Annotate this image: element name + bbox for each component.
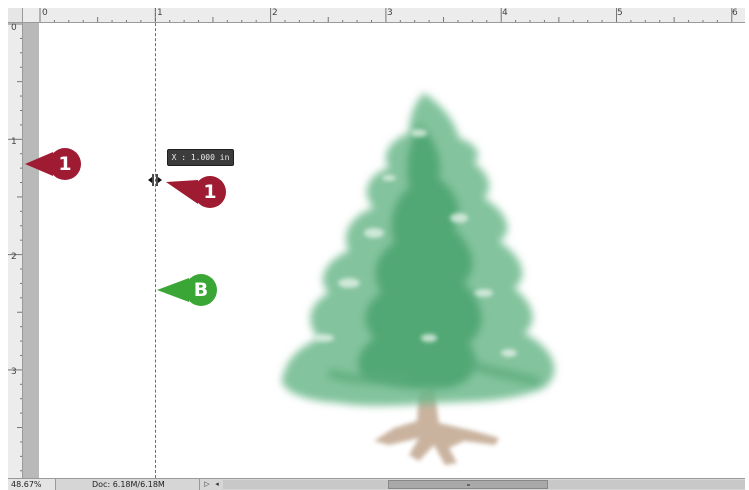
scrollbar-grip: [467, 484, 470, 486]
vertical-ruler-ticks: [8, 23, 22, 472]
callout-label: 1: [58, 153, 72, 175]
ruler-v-label-1: 1: [11, 137, 17, 147]
zoom-level-field[interactable]: 48.67%: [8, 479, 56, 490]
horizontal-ruler-ticks: [39, 8, 733, 22]
pasteboard: [23, 23, 39, 478]
ruler-h-label-4: 4: [502, 8, 508, 18]
vertical-guide-line[interactable]: [155, 8, 156, 478]
horizontal-scrollbar[interactable]: [223, 480, 745, 489]
callout-step-1-ruler: 1: [25, 148, 85, 180]
move-guide-cursor-icon: [148, 174, 162, 186]
watercolor-tree-image: [281, 93, 555, 465]
document-canvas[interactable]: [39, 23, 745, 478]
ruler-h-label-6: 6: [732, 8, 738, 18]
callout-result-b: B: [157, 274, 221, 306]
vertical-ruler[interactable]: 0 1 2 3: [8, 23, 23, 478]
ruler-v-label-3: 3: [11, 367, 17, 377]
status-bar: 48.67% Doc: 6.18M/6.18M ▷ ◂: [8, 478, 745, 490]
ruler-h-label-3: 3: [387, 8, 393, 18]
ruler-h-label-0: 0: [42, 8, 48, 18]
horizontal-ruler[interactable]: 0 1 2 3 4 5 6: [23, 8, 745, 23]
callout-label: B: [193, 279, 209, 301]
ruler-h-label-1: 1: [157, 8, 163, 18]
scrollbar-thumb[interactable]: [388, 480, 548, 489]
ruler-origin[interactable]: [8, 8, 23, 23]
document-window: 0 1 2 3 4 5 6 0 1 2 3 X: 1.000 in 1 1 B…: [0, 0, 749, 490]
callout-label: 1: [203, 181, 217, 203]
document-size-info[interactable]: Doc: 6.18M/6.18M: [60, 479, 200, 490]
scroll-left-arrow-icon[interactable]: ◂: [211, 479, 223, 490]
callout-step-1-cursor: 1: [166, 176, 230, 208]
ruler-v-label-0: 0: [11, 23, 17, 33]
ruler-h-label-2: 2: [272, 8, 278, 18]
guide-position-tooltip: X : 1.000 in: [167, 149, 234, 166]
ruler-h-label-5: 5: [617, 8, 623, 18]
ruler-v-label-2: 2: [11, 252, 17, 262]
